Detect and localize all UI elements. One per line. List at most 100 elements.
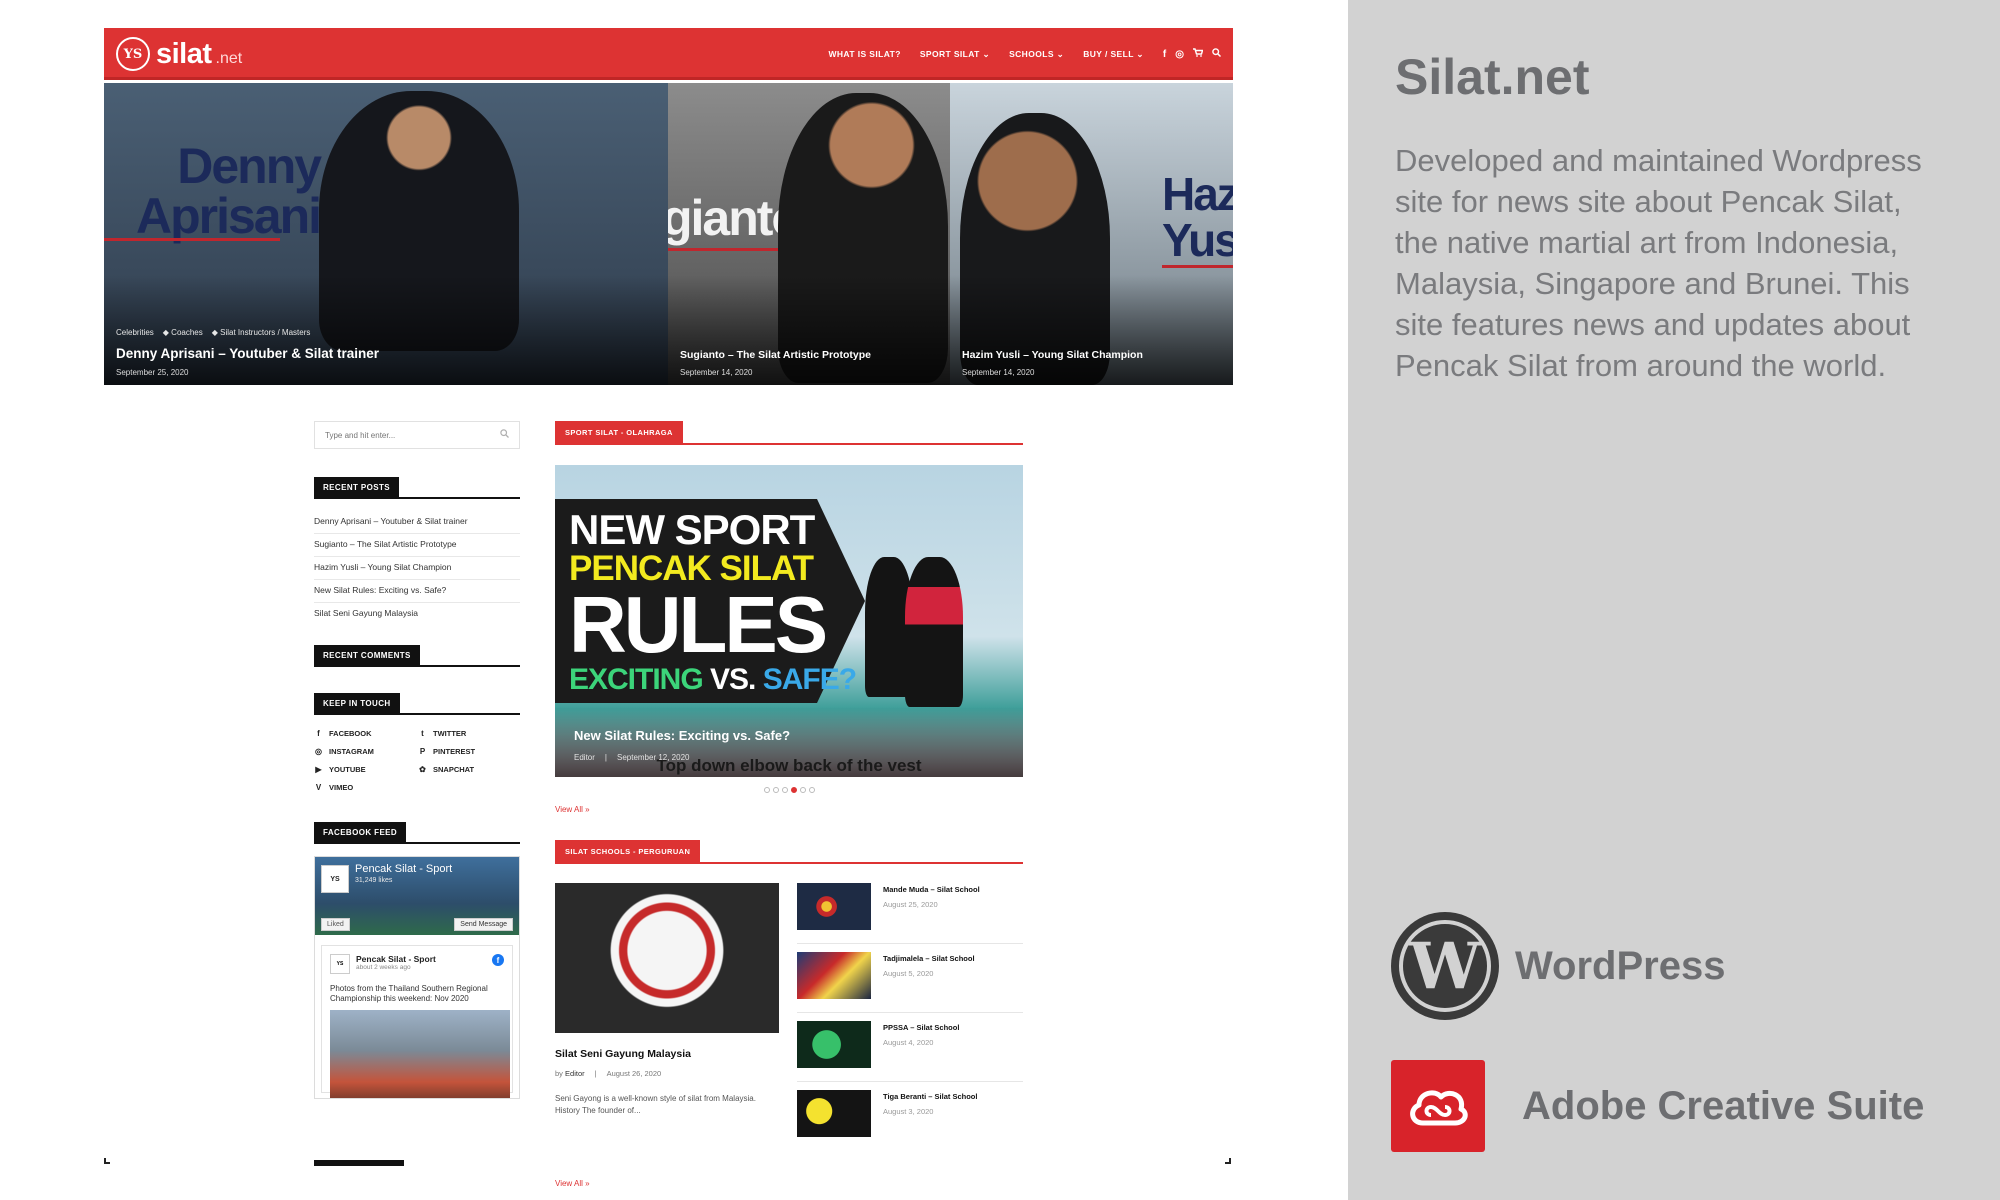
- lead-author[interactable]: Editor: [565, 1069, 585, 1078]
- fb-cover-photo: YS Pencak Silat - Sport 31,249 likes Lik…: [315, 857, 519, 935]
- instagram-icon[interactable]: ◎: [1175, 49, 1184, 60]
- hero-title[interactable]: Denny Aprisani – Youtuber & Silat traine…: [116, 346, 379, 361]
- lead-school-title[interactable]: Silat Seni Gayung Malaysia: [555, 1048, 779, 1060]
- fb-send-message-button[interactable]: Send Message: [454, 918, 513, 931]
- recent-post-link[interactable]: Sugianto – The Silat Artistic Prototype: [314, 534, 520, 557]
- slider-dot[interactable]: [781, 787, 788, 793]
- hero-title[interactable]: Sugianto – The Silat Artistic Prototype: [680, 349, 871, 361]
- section-heading: SILAT SCHOOLS - PERGURUAN: [555, 840, 1023, 864]
- lead-school-meta: by Editor | August 26, 2020: [555, 1069, 779, 1078]
- schools-grid: Silat Seni Gayung Malaysia by Editor | A…: [555, 883, 1023, 1173]
- fb-page-name[interactable]: Pencak Silat - Sport: [355, 863, 452, 875]
- lead-school-image[interactable]: [555, 883, 779, 1033]
- hero-title[interactable]: Hazim Yusli – Young Silat Champion: [962, 349, 1143, 361]
- school-thumbnail: [797, 1021, 871, 1068]
- fb-page-avatar[interactable]: YS: [321, 865, 349, 893]
- school-date: August 5, 2020: [883, 969, 934, 978]
- facebook-feed-widget: YS Pencak Silat - Sport 31,249 likes Lik…: [314, 856, 520, 1099]
- social-links: f FACEBOOK t TWITTER ◎ INSTAGRAM P PINTEREST…: [314, 729, 520, 792]
- nav-item-buy-sell[interactable]: BUY / SELL ⌄: [1083, 49, 1144, 60]
- fb-post-author[interactable]: Pencak Silat - Sport: [356, 954, 436, 964]
- social-link-snapchat[interactable]: ✿ SNAPCHAT: [418, 765, 520, 774]
- logo-mark-icon: YS: [116, 37, 150, 71]
- nav-item-sport-silat[interactable]: SPORT SILAT ⌄: [920, 49, 990, 60]
- widget-heading: KEEP IN TOUCH: [314, 693, 520, 715]
- school-list-item[interactable]: PPSSA – Silat School August 4, 2020: [797, 1021, 1023, 1082]
- hero-big-name: Denny Aprisani: [136, 138, 322, 244]
- silat-schools-heading[interactable]: SILAT SCHOOLS - PERGURUAN: [555, 840, 701, 864]
- social-link-youtube[interactable]: ▶ YOUTUBE: [314, 765, 418, 774]
- social-label: VIMEO: [329, 783, 354, 792]
- slider-dot[interactable]: [790, 787, 797, 793]
- tool-adobe: Adobe Creative Suite: [1391, 1060, 1924, 1152]
- slider-dot[interactable]: [772, 787, 779, 793]
- feature-date: September 12, 2020: [616, 753, 690, 762]
- school-title: Tiga Beranti – Silat School: [883, 1092, 978, 1101]
- category-link[interactable]: ◆ Coaches: [163, 328, 203, 337]
- nav-item-schools[interactable]: SCHOOLS ⌄: [1009, 49, 1064, 60]
- school-list-item[interactable]: Tiga Beranti – Silat School August 3, 202…: [797, 1090, 1023, 1151]
- recent-post-link[interactable]: Silat Seni Gayung Malaysia: [314, 603, 520, 625]
- hero-slide-hazim[interactable]: Hazi Yusl Hazim Yusli – Young Silat Cham…: [950, 83, 1233, 385]
- meta-by: by Editor: [555, 1069, 585, 1078]
- social-link-twitter[interactable]: t TWITTER: [418, 729, 520, 738]
- hero-big-name: Hazi Yusl: [1162, 168, 1233, 266]
- feature-title[interactable]: New Silat Rules: Exciting vs. Safe?: [574, 728, 790, 743]
- cart-icon[interactable]: [1193, 48, 1204, 60]
- school-title: PPSSA – Silat School: [883, 1023, 960, 1032]
- sport-silat-heading[interactable]: SPORT SILAT - OLAHRAGA: [555, 421, 683, 445]
- recent-post-link[interactable]: New Silat Rules: Exciting vs. Safe?: [314, 580, 520, 603]
- social-link-instagram[interactable]: ◎ INSTAGRAM: [314, 747, 418, 756]
- twitter-icon: t: [421, 729, 424, 738]
- category-link[interactable]: Celebrities: [116, 328, 154, 337]
- school-title: Tadjimalela – Silat School: [883, 954, 975, 963]
- search-icon[interactable]: [500, 429, 509, 441]
- slider-dot[interactable]: [808, 787, 815, 793]
- school-list: Mande Muda – Silat School August 25, 2020…: [797, 883, 1023, 1159]
- featured-post-slider[interactable]: NEW SPORT PENCAK SILAT RULES EXCITING VS…: [555, 465, 1023, 777]
- feature-author[interactable]: Editor: [574, 753, 595, 762]
- section-heading: SPORT SILAT - OLAHRAGA: [555, 421, 1023, 445]
- search-input[interactable]: [325, 430, 485, 440]
- school-thumbnail: [797, 883, 871, 930]
- slider-dot[interactable]: [799, 787, 806, 793]
- logo-tld: .net: [215, 50, 243, 67]
- recent-post-link[interactable]: Denny Aprisani – Youtuber & Silat traine…: [314, 511, 520, 534]
- facebook-icon[interactable]: f: [1163, 49, 1166, 60]
- logo-text: silat: [156, 37, 212, 70]
- lead-excerpt: Seni Gayong is a well-known style of sil…: [555, 1094, 756, 1116]
- project-title: Silat.net: [1395, 49, 1590, 105]
- view-all-link[interactable]: View All »: [555, 805, 1023, 814]
- fb-post-photo[interactable]: [330, 1010, 510, 1098]
- school-list-item[interactable]: Mande Muda – Silat School August 25, 2020: [797, 883, 1023, 944]
- feature-text-vs: VS.: [710, 663, 756, 696]
- facebook-icon: f: [317, 729, 320, 738]
- facebook-icon: f: [492, 954, 504, 966]
- school-list-item[interactable]: Tadjimalela – Silat School August 5, 2020: [797, 952, 1023, 1013]
- lead-date: August 26, 2020: [606, 1069, 662, 1078]
- hero-slide-denny[interactable]: Denny Aprisani Celebrities ◆ Coaches ◆ S…: [104, 83, 668, 385]
- fb-liked-button[interactable]: Liked: [321, 918, 350, 931]
- feature-text-line: NEW SPORT: [569, 506, 815, 553]
- slider-dot[interactable]: [763, 787, 770, 793]
- social-link-facebook[interactable]: f FACEBOOK: [314, 729, 418, 738]
- wordpress-icon: W: [1391, 912, 1499, 1020]
- social-link-pinterest[interactable]: P PINTEREST: [418, 747, 520, 756]
- meta-separator: |: [604, 753, 607, 762]
- recent-posts-heading: RECENT POSTS: [314, 477, 400, 499]
- social-label: SNAPCHAT: [433, 765, 475, 774]
- site-logo[interactable]: YS silat .net: [116, 35, 242, 73]
- social-link-vimeo[interactable]: V VIMEO: [314, 783, 418, 792]
- social-label: TWITTER: [433, 729, 467, 738]
- recent-post-link[interactable]: Hazim Yusli – Young Silat Champion: [314, 557, 520, 580]
- nav-item-what-is-silat[interactable]: WHAT IS SILAT?: [828, 49, 900, 59]
- name-underline: [1162, 265, 1233, 268]
- main-nav: WHAT IS SILAT? SPORT SILAT ⌄ SCHOOLS ⌄ B…: [828, 28, 1222, 80]
- sidebar: RECENT POSTS Denny Aprisani – Youtuber &…: [314, 421, 520, 1099]
- category-link[interactable]: ◆ Silat Instructors / Masters: [212, 328, 311, 337]
- hero-slide-sugianto[interactable]: gianto Sugianto – The Silat Artistic Pro…: [668, 83, 950, 385]
- search-icon[interactable]: [1212, 48, 1222, 60]
- widget-heading: RECENT COMMENTS: [314, 645, 520, 667]
- view-all-link[interactable]: View All »: [555, 1179, 1023, 1188]
- search-box: [314, 421, 520, 449]
